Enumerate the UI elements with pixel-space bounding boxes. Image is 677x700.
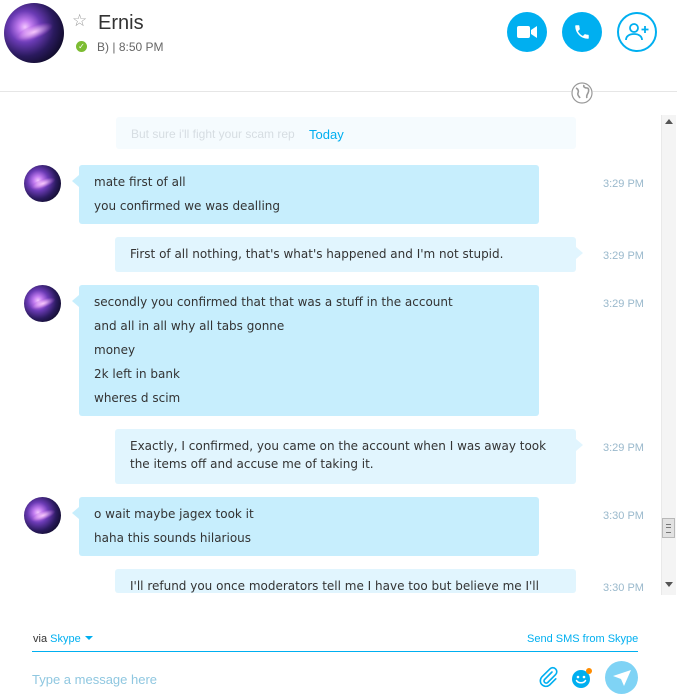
send-via-selector[interactable]: via Skype — [33, 633, 93, 645]
message-line: wheres d scim — [94, 391, 181, 405]
send-button[interactable] — [605, 661, 638, 694]
chevron-down-icon[interactable] — [84, 636, 93, 640]
message-line: Exactly, I confirmed, you came on the ac… — [130, 439, 547, 453]
sender-avatar[interactable] — [24, 285, 61, 322]
message-input[interactable] — [32, 668, 512, 690]
message-line: o wait maybe jagex took it — [94, 507, 254, 521]
online-status-icon: ✓ — [76, 41, 87, 52]
add-people-button[interactable] — [617, 12, 657, 52]
scrollbar-thumb[interactable] — [662, 518, 675, 538]
incoming-message[interactable]: mate first of all you confirmed we was d… — [72, 165, 539, 224]
video-call-button[interactable] — [507, 12, 547, 52]
outgoing-message[interactable]: First of all nothing, that's what's happ… — [115, 237, 583, 272]
mood-message: B) — [97, 40, 109, 54]
message-line: haha this sounds hilarious — [94, 531, 252, 545]
message-line: mate first of all — [94, 175, 186, 189]
contact-avatar[interactable] — [4, 3, 64, 63]
outgoing-message[interactable]: I'll refund you once moderators tell me … — [115, 569, 576, 593]
incoming-message[interactable]: o wait maybe jagex took it haha this sou… — [72, 497, 539, 556]
outgoing-message[interactable]: Exactly, I confirmed, you came on the ac… — [115, 429, 583, 484]
message-line: secondly you confirmed that that was a s… — [94, 295, 453, 309]
emoticon-icon[interactable] — [571, 667, 593, 689]
message-time: 3:30 PM — [603, 582, 644, 594]
message-line: First of all nothing, that's what's happ… — [130, 247, 504, 261]
send-icon — [612, 669, 631, 686]
phone-icon — [575, 25, 589, 39]
mood-and-last-seen: B) | 8:50 PM — [97, 40, 164, 54]
send-sms-link[interactable]: Send SMS from Skype — [527, 633, 638, 645]
compose-divider — [32, 651, 638, 652]
message-time: 3:29 PM — [603, 442, 644, 454]
sender-avatar[interactable] — [24, 497, 61, 534]
faded-message-text: But sure i'll fight your scam rep — [131, 127, 295, 141]
message-line: I'll refund you once moderators tell me … — [130, 579, 539, 593]
add-contact-icon — [625, 23, 649, 41]
globe-icon[interactable] — [571, 82, 593, 104]
conversation-header: ☆ Ernis ✓ B) | 8:50 PM — [0, 0, 677, 92]
message-line: you confirmed we was dealling — [94, 199, 281, 213]
paperclip-icon[interactable] — [538, 666, 558, 688]
video-camera-icon — [517, 26, 537, 38]
sender-avatar[interactable] — [24, 165, 61, 202]
message-time: 3:29 PM — [603, 298, 644, 310]
message-line: and all in all why all tabs gonne — [94, 319, 285, 333]
message-line: money — [94, 343, 136, 357]
contact-name[interactable]: Ernis — [98, 12, 144, 35]
scroll-down-arrow-icon[interactable] — [665, 582, 673, 587]
last-seen-time: 8:50 PM — [118, 40, 164, 54]
via-service[interactable]: Skype — [50, 633, 81, 645]
message-line: 2k left in bank — [94, 367, 180, 381]
message-time: 3:29 PM — [603, 250, 644, 262]
message-line: the items off and accuse me of taking it… — [130, 457, 374, 471]
incoming-message[interactable]: secondly you confirmed that that was a s… — [72, 285, 539, 416]
separator: | — [112, 40, 116, 54]
date-divider: Today — [309, 127, 344, 142]
message-time: 3:30 PM — [603, 510, 644, 522]
via-label: via — [33, 633, 48, 645]
audio-call-button[interactable] — [562, 12, 602, 52]
scroll-up-arrow-icon[interactable] — [665, 119, 673, 124]
message-time: 3:29 PM — [603, 178, 644, 190]
favorite-star-icon[interactable]: ☆ — [72, 13, 87, 30]
